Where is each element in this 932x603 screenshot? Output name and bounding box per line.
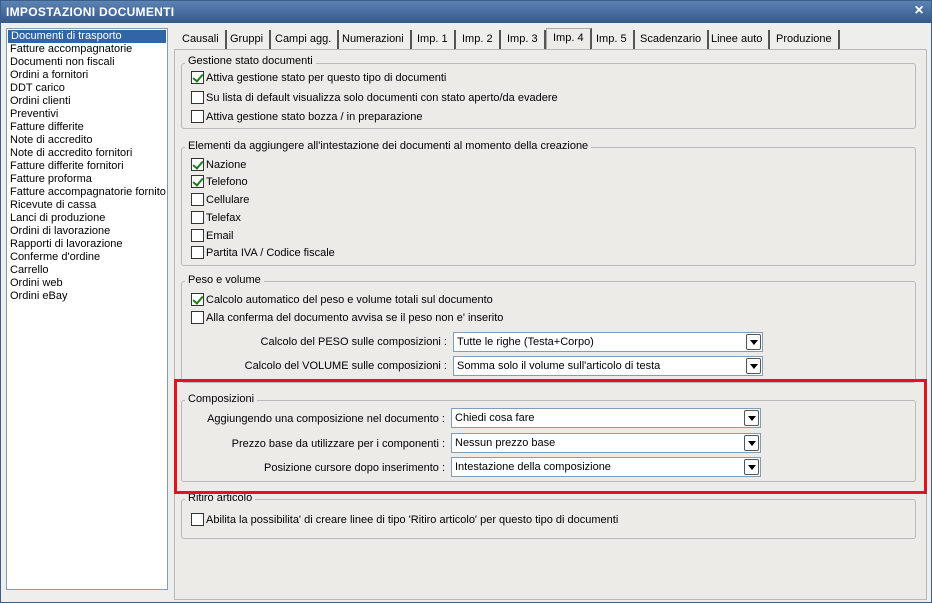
tab-imp-2[interactable]: Imp. 2: [456, 30, 501, 49]
checkbox-label: Su lista di default visualizza solo docu…: [206, 92, 558, 104]
highlight-box: [174, 379, 927, 494]
list-item[interactable]: Ordini eBay: [7, 290, 167, 303]
list-item[interactable]: Carrello: [7, 264, 167, 277]
tab-imp-1[interactable]: Imp. 1: [411, 30, 456, 49]
checkbox-label: Telefax: [206, 212, 241, 224]
elementi-title: Elementi da aggiungere all'intestazione …: [185, 140, 592, 152]
title-bar: IMPOSTAZIONI DOCUMENTI ×: [1, 1, 931, 23]
list-item[interactable]: Fatture differite: [7, 121, 167, 134]
checkbox-label: Nazione: [206, 159, 247, 171]
list-item[interactable]: Documenti non fiscali: [7, 56, 167, 69]
chevron-down-icon[interactable]: [746, 334, 761, 350]
peso-select[interactable]: Tutte le righe (Testa+Corpo): [453, 332, 763, 352]
list-item[interactable]: Ordini web: [7, 277, 167, 290]
tab-imp-4[interactable]: Imp. 4: [546, 28, 592, 50]
checkbox-label: Attiva gestione stato per questo tipo di…: [206, 72, 447, 84]
tab-strip: Causali Gruppi Campi agg. Numerazioni Imp. 1…: [176, 28, 926, 50]
chevron-down-icon[interactable]: [746, 358, 761, 374]
window-title: IMPOSTAZIONI DOCUMENTI: [6, 5, 175, 19]
tab-gruppi[interactable]: Gruppi: [224, 30, 272, 49]
settings-window: IMPOSTAZIONI DOCUMENTI × Documenti di tr…: [0, 0, 932, 603]
gestione-stato-title: Gestione stato documenti: [185, 55, 316, 67]
list-item[interactable]: Rapporti di lavorazione: [7, 238, 167, 251]
document-type-list[interactable]: Documenti di trasporto Fatture accompagna…: [6, 28, 168, 590]
checkbox-label: Abilita la possibilita' di creare linee …: [206, 514, 619, 526]
tab-causali[interactable]: Causali: [176, 30, 227, 49]
peso-volume-title: Peso e volume: [185, 274, 264, 286]
checkbox-box[interactable]: [191, 193, 204, 206]
checkbox-box[interactable]: [191, 246, 204, 259]
list-item[interactable]: Fatture proforma: [7, 173, 167, 186]
checkbox-box[interactable]: [191, 311, 204, 324]
checkbox-label: Alla conferma del documento avvisa se il…: [206, 312, 504, 324]
list-item[interactable]: Fatture accompagnatorie fornito: [7, 186, 167, 199]
list-item[interactable]: Preventivi: [7, 108, 167, 121]
checkbox-box[interactable]: [191, 229, 204, 242]
checkbox-label: Attiva gestione stato bozza / in prepara…: [206, 111, 423, 123]
tab-scadenzario[interactable]: Scadenzario: [634, 30, 710, 49]
checkbox-box[interactable]: [191, 91, 204, 104]
tab-linee-auto[interactable]: Linee auto: [705, 30, 771, 49]
checkbox-box[interactable]: [191, 211, 204, 224]
close-icon[interactable]: ×: [914, 2, 924, 20]
list-item[interactable]: Documenti di trasporto: [8, 30, 166, 43]
checkbox-box[interactable]: [191, 110, 204, 123]
tab-imp-5[interactable]: Imp. 5: [590, 30, 635, 49]
peso-value: Tutte le righe (Testa+Corpo): [457, 336, 594, 348]
tab-produzione[interactable]: Produzione: [770, 30, 840, 49]
checkbox-box[interactable]: [191, 513, 204, 526]
list-item[interactable]: DDT carico: [7, 82, 167, 95]
checkbox-label: Partita IVA / Codice fiscale: [206, 247, 335, 259]
list-item[interactable]: Conferme d'ordine: [7, 251, 167, 264]
list-item[interactable]: Note di accredito: [7, 134, 167, 147]
checkbox-box[interactable]: [191, 293, 204, 306]
tab-campi-agg[interactable]: Campi agg.: [269, 30, 340, 49]
list-item[interactable]: Fatture accompagnatorie: [7, 43, 167, 56]
checkbox-label: Calcolo automatico del peso e volume tot…: [206, 294, 493, 306]
list-item[interactable]: Note di accredito fornitori: [7, 147, 167, 160]
checkbox-label: Telefono: [206, 176, 248, 188]
checkbox-label: Email: [206, 230, 234, 242]
checkbox-box[interactable]: [191, 175, 204, 188]
list-item[interactable]: Ordini clienti: [7, 95, 167, 108]
peso-label: Calcolo del PESO sulle composizioni :: [260, 336, 447, 348]
volume-label: Calcolo del VOLUME sulle composizioni :: [244, 360, 447, 372]
checkbox-box[interactable]: [191, 158, 204, 171]
list-item[interactable]: Fatture differite fornitori: [7, 160, 167, 173]
checkbox-label: Cellulare: [206, 194, 250, 206]
tab-imp-3[interactable]: Imp. 3: [501, 30, 546, 49]
tab-numerazioni[interactable]: Numerazioni: [336, 30, 412, 49]
list-item[interactable]: Ordini a fornitori: [7, 69, 167, 82]
checkbox-box[interactable]: [191, 71, 204, 84]
list-item[interactable]: Ordini di lavorazione: [7, 225, 167, 238]
list-item[interactable]: Lanci di produzione: [7, 212, 167, 225]
list-item[interactable]: Ricevute di cassa: [7, 199, 167, 212]
volume-select[interactable]: Somma solo il volume sull'articolo di te…: [453, 356, 763, 376]
volume-value: Somma solo il volume sull'articolo di te…: [457, 360, 661, 372]
